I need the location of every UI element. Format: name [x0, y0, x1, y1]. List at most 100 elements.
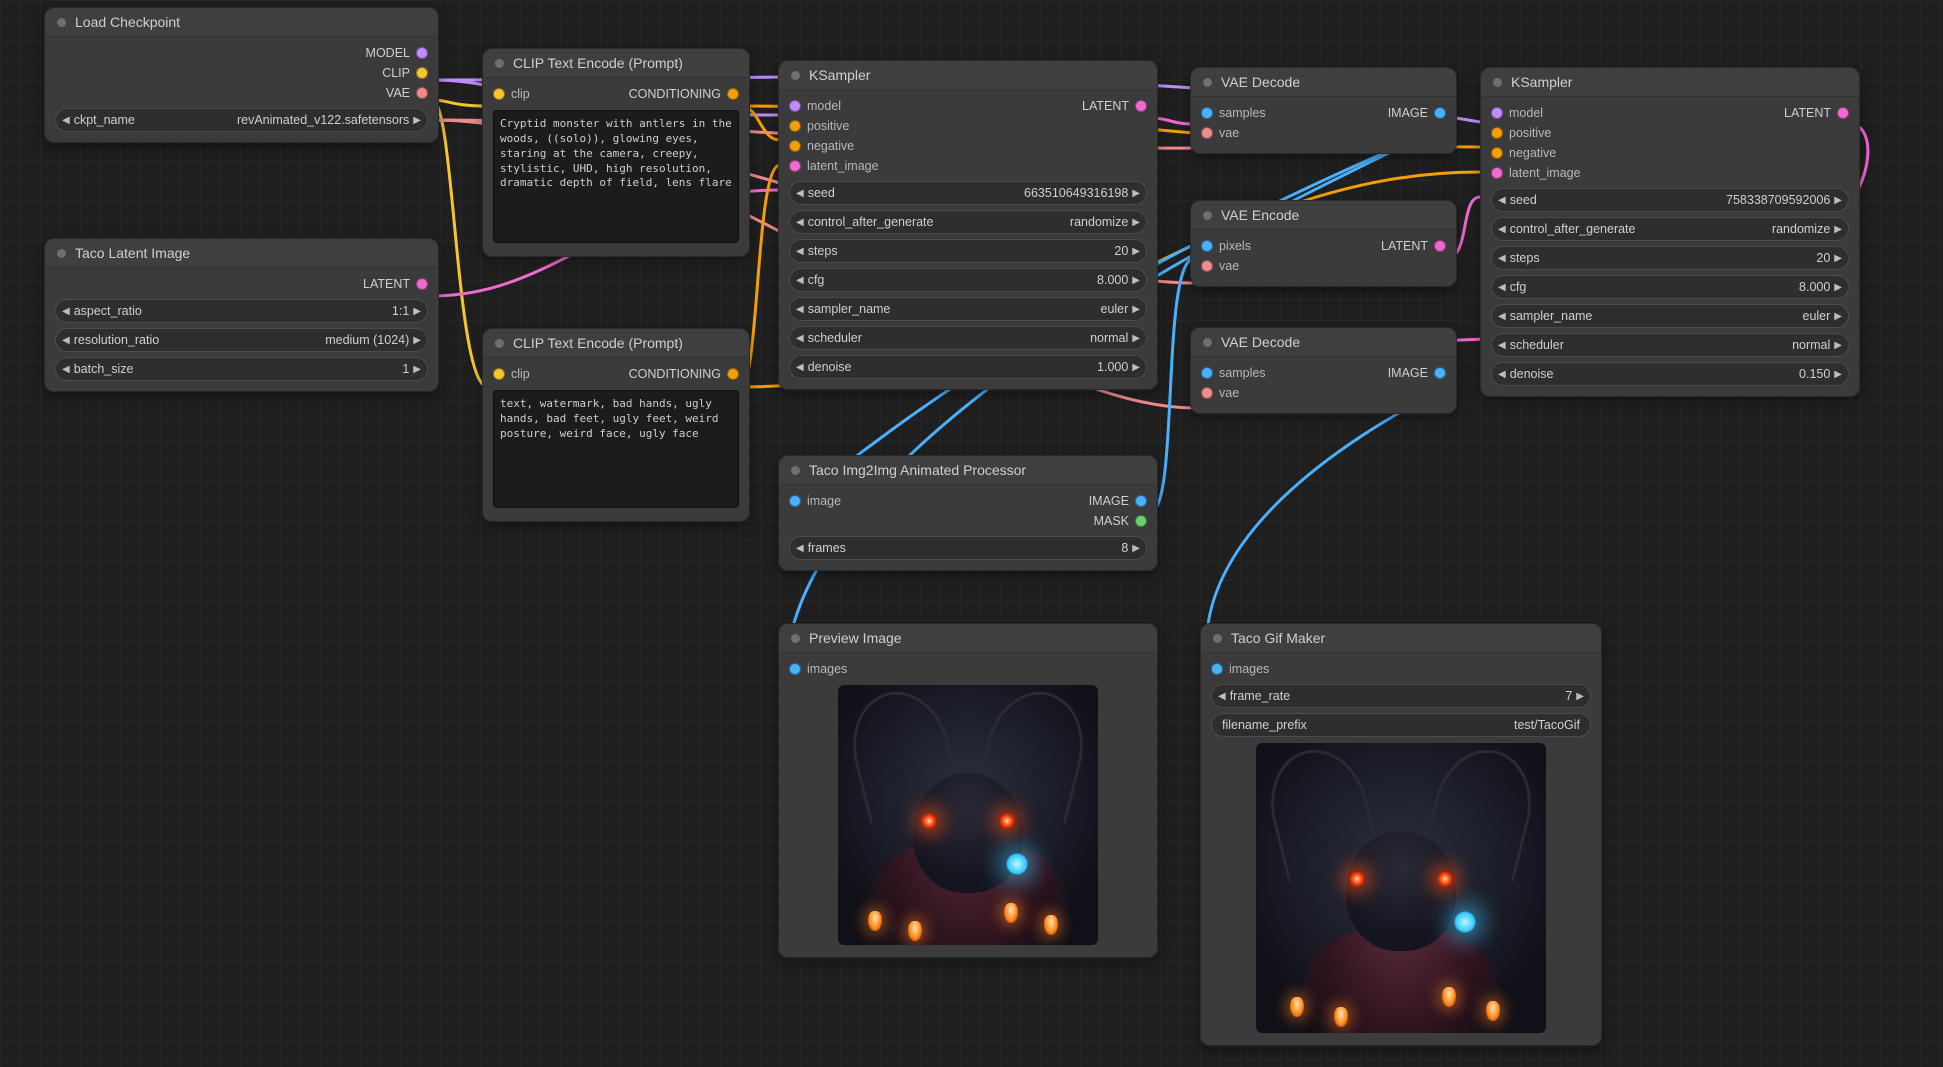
port-vae-out[interactable] — [416, 87, 428, 99]
preview-image[interactable] — [1256, 743, 1546, 1033]
port-clip-in[interactable] — [493, 88, 505, 100]
input-vae-label: vae — [1219, 386, 1239, 400]
port-latent-out[interactable] — [1837, 107, 1849, 119]
collapse-dot-icon[interactable] — [1493, 78, 1502, 87]
node-taco-img2img-animated[interactable]: Taco Img2Img Animated Processor image IM… — [778, 455, 1158, 571]
collapse-dot-icon[interactable] — [1203, 211, 1212, 220]
port-image-out[interactable] — [1434, 367, 1446, 379]
port-latent-out[interactable] — [1135, 100, 1147, 112]
node-graph-canvas[interactable]: { "load_checkpoint": { "title": "Load Ch… — [0, 0, 1943, 1067]
port-clip-out[interactable] — [416, 67, 428, 79]
prompt-textarea[interactable] — [493, 390, 739, 508]
widget-scheduler[interactable]: ◀schedulernormal▶ — [1491, 333, 1849, 357]
widget-cfg[interactable]: ◀cfg8.000▶ — [1491, 275, 1849, 299]
widget-resolution-ratio[interactable]: ◀resolution_ratio medium (1024)▶ — [55, 328, 428, 352]
port-image-out[interactable] — [1135, 495, 1147, 507]
widget-sampler-name[interactable]: ◀sampler_nameeuler▶ — [1491, 304, 1849, 328]
port-conditioning-out[interactable] — [727, 368, 739, 380]
widget-ckpt-name[interactable]: ◀ckpt_name revAnimated_v122.safetensors▶ — [55, 108, 428, 132]
node-vae-decode-1[interactable]: VAE Decode samples IMAGE vae — [1190, 67, 1457, 154]
node-header[interactable]: Taco Latent Image — [45, 239, 438, 268]
node-header[interactable]: Preview Image — [779, 624, 1157, 653]
port-samples-in[interactable] — [1201, 107, 1213, 119]
port-model-in[interactable] — [789, 100, 801, 112]
widget-frames[interactable]: ◀frames8▶ — [789, 536, 1147, 560]
node-header[interactable]: CLIP Text Encode (Prompt) — [483, 329, 749, 358]
port-negative-in[interactable] — [1491, 147, 1503, 159]
node-vae-encode[interactable]: VAE Encode pixels LATENT vae — [1190, 200, 1457, 287]
collapse-dot-icon[interactable] — [1203, 338, 1212, 347]
node-taco-latent-image[interactable]: Taco Latent Image LATENT ◀aspect_ratio 1… — [44, 238, 439, 392]
node-header[interactable]: VAE Encode — [1191, 201, 1456, 230]
collapse-dot-icon[interactable] — [495, 339, 504, 348]
collapse-dot-icon[interactable] — [791, 634, 800, 643]
node-header[interactable]: KSampler — [1481, 68, 1859, 97]
port-model-in[interactable] — [1491, 107, 1503, 119]
port-images-in[interactable] — [789, 663, 801, 675]
collapse-dot-icon[interactable] — [1213, 634, 1222, 643]
widget-scheduler[interactable]: ◀schedulernormal▶ — [789, 326, 1147, 350]
node-header[interactable]: VAE Decode — [1191, 68, 1456, 97]
node-header[interactable]: VAE Decode — [1191, 328, 1456, 357]
port-conditioning-out[interactable] — [727, 88, 739, 100]
node-header[interactable]: Taco Img2Img Animated Processor — [779, 456, 1157, 485]
port-vae-in[interactable] — [1201, 387, 1213, 399]
port-vae-in[interactable] — [1201, 127, 1213, 139]
param-label: resolution_ratio — [74, 333, 159, 347]
node-ksampler-2[interactable]: KSampler model LATENT positive negative … — [1480, 67, 1860, 397]
chevron-left-icon: ◀ — [796, 275, 804, 286]
port-image-out[interactable] — [1434, 107, 1446, 119]
widget-control-after-generate[interactable]: ◀control_after_generaterandomize▶ — [1491, 217, 1849, 241]
port-latent-out[interactable] — [1434, 240, 1446, 252]
node-vae-decode-2[interactable]: VAE Decode samples IMAGE vae — [1190, 327, 1457, 414]
node-ksampler-1[interactable]: KSampler model LATENT positive negative … — [778, 60, 1158, 390]
port-samples-in[interactable] — [1201, 367, 1213, 379]
widget-sampler-name[interactable]: ◀sampler_nameeuler▶ — [789, 297, 1147, 321]
node-taco-gif-maker[interactable]: Taco Gif Maker images ◀frame_rate7▶ file… — [1200, 623, 1602, 1046]
widget-steps[interactable]: ◀steps20▶ — [789, 239, 1147, 263]
widget-steps[interactable]: ◀steps20▶ — [1491, 246, 1849, 270]
widget-control-after-generate[interactable]: ◀control_after_generaterandomize▶ — [789, 210, 1147, 234]
collapse-dot-icon[interactable] — [1203, 78, 1212, 87]
chevron-right-icon: ▶ — [1132, 333, 1140, 344]
port-negative-in[interactable] — [789, 140, 801, 152]
collapse-dot-icon[interactable] — [57, 18, 66, 27]
port-image-in[interactable] — [789, 495, 801, 507]
input-clip-label: clip — [511, 87, 530, 101]
widget-batch-size[interactable]: ◀batch_size 1▶ — [55, 357, 428, 381]
chevron-right-icon: ▶ — [1132, 188, 1140, 199]
widget-frame-rate[interactable]: ◀frame_rate7▶ — [1211, 684, 1591, 708]
collapse-dot-icon[interactable] — [57, 249, 66, 258]
collapse-dot-icon[interactable] — [495, 59, 504, 68]
port-latent-in[interactable] — [789, 160, 801, 172]
collapse-dot-icon[interactable] — [791, 71, 800, 80]
widget-aspect-ratio[interactable]: ◀aspect_ratio 1:1▶ — [55, 299, 428, 323]
port-clip-in[interactable] — [493, 368, 505, 380]
port-model-out[interactable] — [416, 47, 428, 59]
port-positive-in[interactable] — [1491, 127, 1503, 139]
widget-denoise[interactable]: ◀denoise0.150▶ — [1491, 362, 1849, 386]
port-latent-out[interactable] — [416, 278, 428, 290]
node-preview-image[interactable]: Preview Image images — [778, 623, 1158, 958]
widget-seed[interactable]: ◀seed663510649316198▶ — [789, 181, 1147, 205]
widget-cfg[interactable]: ◀cfg8.000▶ — [789, 268, 1147, 292]
port-positive-in[interactable] — [789, 120, 801, 132]
collapse-dot-icon[interactable] — [791, 466, 800, 475]
node-header[interactable]: KSampler — [779, 61, 1157, 90]
node-load-checkpoint[interactable]: Load Checkpoint MODEL CLIP VAE ◀ckpt_nam… — [44, 7, 439, 143]
widget-denoise[interactable]: ◀denoise1.000▶ — [789, 355, 1147, 379]
prompt-textarea[interactable] — [493, 110, 739, 243]
node-header[interactable]: Load Checkpoint — [45, 8, 438, 37]
preview-image[interactable] — [838, 685, 1098, 945]
node-clip-text-encode-positive[interactable]: CLIP Text Encode (Prompt) clip CONDITION… — [482, 48, 750, 257]
port-images-in[interactable] — [1211, 663, 1223, 675]
node-header[interactable]: Taco Gif Maker — [1201, 624, 1601, 653]
port-latent-in[interactable] — [1491, 167, 1503, 179]
widget-seed[interactable]: ◀seed758338709592006▶ — [1491, 188, 1849, 212]
port-pixels-in[interactable] — [1201, 240, 1213, 252]
port-vae-in[interactable] — [1201, 260, 1213, 272]
port-mask-out[interactable] — [1135, 515, 1147, 527]
node-header[interactable]: CLIP Text Encode (Prompt) — [483, 49, 749, 78]
widget-filename-prefix[interactable]: filename_prefixtest/TacoGif — [1211, 713, 1591, 737]
node-clip-text-encode-negative[interactable]: CLIP Text Encode (Prompt) clip CONDITION… — [482, 328, 750, 522]
